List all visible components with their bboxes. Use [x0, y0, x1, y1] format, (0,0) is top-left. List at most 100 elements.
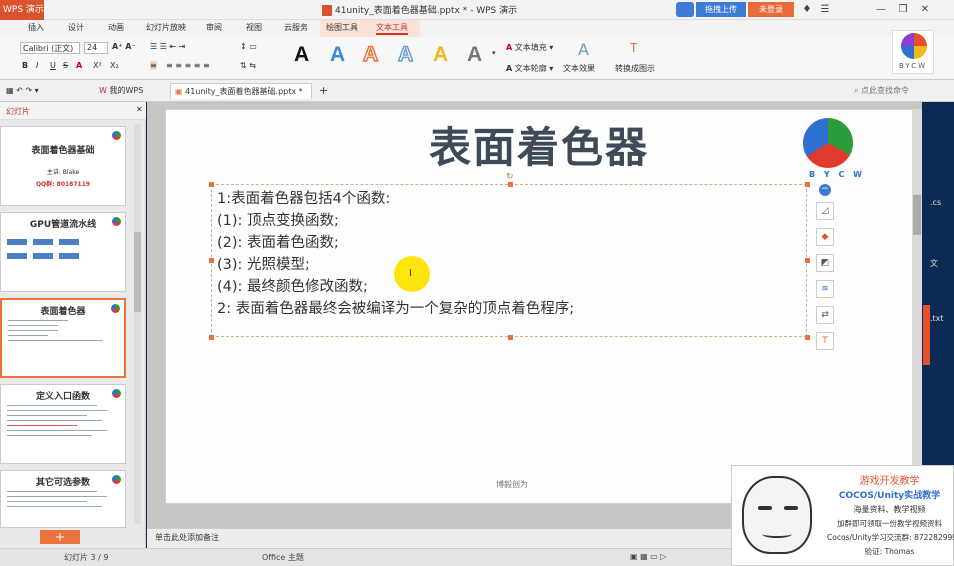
body-line: (2): 表面着色函数; — [217, 235, 339, 251]
wordart-more-icon[interactable]: ▾ — [492, 49, 496, 57]
thumbnail-text-line — [7, 506, 102, 507]
my-wps-tab[interactable]: W 我的WPS — [95, 83, 147, 99]
italic-button[interactable]: I — [36, 61, 38, 70]
fill-icon[interactable]: ◆ — [816, 228, 834, 246]
resize-handle[interactable] — [805, 182, 810, 187]
slide[interactable]: 表面着色器 B Y C W ↻ 1:表面着色器包括4个函数: (1): 顶点变换… — [165, 109, 913, 504]
body-textbox[interactable]: ↻ 1:表面着色器包括4个函数: (1): 顶点变换函数; (2): 表面着色函… — [209, 172, 810, 340]
increase-font-icon[interactable]: A⁺ A⁻ — [112, 42, 136, 51]
login-button[interactable]: 未登录 — [748, 2, 794, 17]
menu-icon[interactable]: ☰ — [818, 2, 832, 17]
canvas-scrollbar-thumb[interactable] — [913, 195, 921, 235]
minimize-button[interactable]: — — [874, 2, 888, 17]
thumbnail-text-line — [7, 501, 87, 502]
text-box-icon[interactable]: T — [816, 332, 834, 350]
quick-access-icons[interactable]: ▦ ↶ ↷ ▾ — [2, 83, 43, 99]
slide-thumbnail-1[interactable]: 表面着色器基础 主讲: Blake QQ群: 80187119 — [0, 126, 126, 206]
resize-handle[interactable] — [209, 258, 214, 263]
file-tab[interactable]: ▣ 41unity_表面着色器基础.pptx * — [170, 83, 312, 99]
resize-handle[interactable] — [209, 335, 214, 340]
slide-watermark: 博毅创为 — [496, 480, 528, 489]
thumbnail-text-line — [8, 335, 48, 336]
face-mouth — [762, 530, 792, 538]
strikethrough-button[interactable]: S — [63, 61, 68, 70]
view-mode-icons[interactable]: ▣ ▦ ▭ ▷ — [630, 552, 666, 561]
tab-view[interactable]: 视图 — [246, 22, 262, 33]
convert-smartart-icon[interactable]: T — [630, 41, 637, 55]
convert-smartart-button[interactable]: 转换成图示 — [615, 63, 655, 74]
tab-design[interactable]: 设计 — [68, 22, 84, 33]
cloud-icon[interactable] — [676, 2, 694, 17]
text-wrap-icon[interactable]: ⇄ — [816, 306, 834, 324]
superscript-button[interactable]: X² — [93, 61, 102, 70]
tab-slideshow[interactable]: 幻灯片放映 — [146, 22, 186, 33]
document-title: 41unity_表面着色器基础.pptx * - WPS 演示 — [322, 3, 517, 16]
tab-drawing-tools[interactable]: 绘图工具 — [326, 22, 358, 33]
font-size-select[interactable]: 24 — [84, 42, 108, 54]
body-line: 1:表面着色器包括4个函数: — [217, 191, 391, 207]
underline-button[interactable]: U — [50, 61, 56, 70]
my-wps-label: 我的WPS — [109, 86, 144, 95]
upload-button[interactable]: 拖拽上传 — [696, 2, 746, 17]
thumbnail-title: 表面着色器 — [40, 307, 86, 317]
wordart-style-black[interactable]: A — [294, 43, 309, 67]
tab-insert[interactable]: 插入 — [28, 22, 44, 33]
cursor-highlight — [394, 256, 430, 292]
command-search[interactable]: ⌕ 点此查找命令 — [850, 83, 913, 99]
text-outline-button[interactable]: A 文本轮廓 ▾ — [506, 63, 553, 74]
text-direction-icon[interactable]: ⇅ ⇆ — [240, 61, 256, 70]
slide-thumbnail-5[interactable]: 其它可选参数 — [0, 470, 126, 528]
resize-handle[interactable] — [508, 182, 513, 187]
tab-cloud[interactable]: 云服务 — [284, 22, 308, 33]
tab-review[interactable]: 审阅 — [206, 22, 222, 33]
text-fill-button[interactable]: A 文本填充 ▾ — [506, 42, 553, 53]
slide-thumbnail-3[interactable]: 表面着色器 — [0, 298, 126, 378]
outline-icon[interactable]: ◩ — [816, 254, 834, 272]
resize-handle[interactable] — [805, 258, 810, 263]
app-menu-button[interactable]: WPS 演示 — [0, 0, 44, 20]
wordart-style-blue[interactable]: A — [330, 43, 345, 67]
skin-icon[interactable]: ♦ — [800, 2, 814, 17]
ribbon: Calibri (正文) 24 A⁺ A⁻ B I U S A X² X₂ ☰ … — [0, 37, 954, 80]
close-pane-icon[interactable]: ✕ — [136, 105, 143, 114]
promo-text: 海量资料、教学视频 — [853, 505, 926, 514]
font-color-button[interactable]: A — [76, 61, 82, 70]
font-name-select[interactable]: Calibri (正文) — [20, 42, 80, 54]
ribbon-tab-bar: 插入 设计 动画 幻灯片放映 审阅 视图 云服务 — [0, 20, 954, 37]
align-center-icon[interactable]: ≡ ≡ ≡ ≡ ≡ — [166, 61, 210, 70]
maximize-button[interactable]: ❐ — [896, 2, 910, 17]
slide-counter: 幻灯片 3 / 9 — [64, 553, 109, 562]
tab-text-tools[interactable]: 文本工具 — [376, 22, 408, 35]
bullets-icon[interactable]: ☰ ☰ ⇤ ⇥ — [150, 42, 185, 51]
new-tab-button[interactable]: + — [315, 83, 332, 99]
bycw-logo: BYCW — [892, 30, 934, 74]
bycw-logo-text: BYCW — [898, 62, 928, 70]
subscript-button[interactable]: X₂ — [110, 61, 119, 70]
format-shape-icon[interactable]: ◿ — [816, 202, 834, 220]
text-effect-icon[interactable]: A — [578, 40, 589, 59]
wordart-style-orange-outline[interactable]: A — [362, 42, 379, 67]
thumbnail-scrollbar[interactable] — [134, 124, 141, 524]
resize-handle[interactable] — [508, 335, 513, 340]
layers-icon[interactable]: ≋ — [816, 280, 834, 298]
canvas-scrollbar[interactable] — [912, 109, 922, 509]
slide-thumbnail-2[interactable]: GPU管道流水线 — [0, 212, 126, 292]
minus-icon[interactable]: − — [819, 184, 831, 196]
slide-thumbnail-4[interactable]: 定义入口函数 — [0, 384, 126, 464]
text-effect-button[interactable]: 文本效果 — [563, 63, 595, 74]
resize-handle[interactable] — [209, 182, 214, 187]
thumbnail-text-line — [8, 340, 103, 341]
tab-animation[interactable]: 动画 — [108, 22, 124, 33]
thumbnail-scrollbar-thumb[interactable] — [134, 232, 141, 312]
close-button[interactable]: ✕ — [918, 2, 932, 17]
bold-button[interactable]: B — [22, 61, 28, 70]
align-left-icon[interactable]: ≡ — [150, 61, 157, 70]
slide-title[interactable]: 表面着色器 — [166, 114, 912, 175]
line-spacing-icon[interactable]: ↕ ▭ — [240, 42, 257, 51]
resize-handle[interactable] — [805, 335, 810, 340]
wordart-style-gray[interactable]: A — [467, 43, 482, 67]
add-slide-button[interactable]: + — [40, 530, 80, 544]
wordart-style-gold[interactable]: A — [433, 43, 448, 67]
wordart-style-blue-outline[interactable]: A — [397, 42, 414, 67]
rotate-handle-icon[interactable]: ↻ — [506, 172, 514, 182]
